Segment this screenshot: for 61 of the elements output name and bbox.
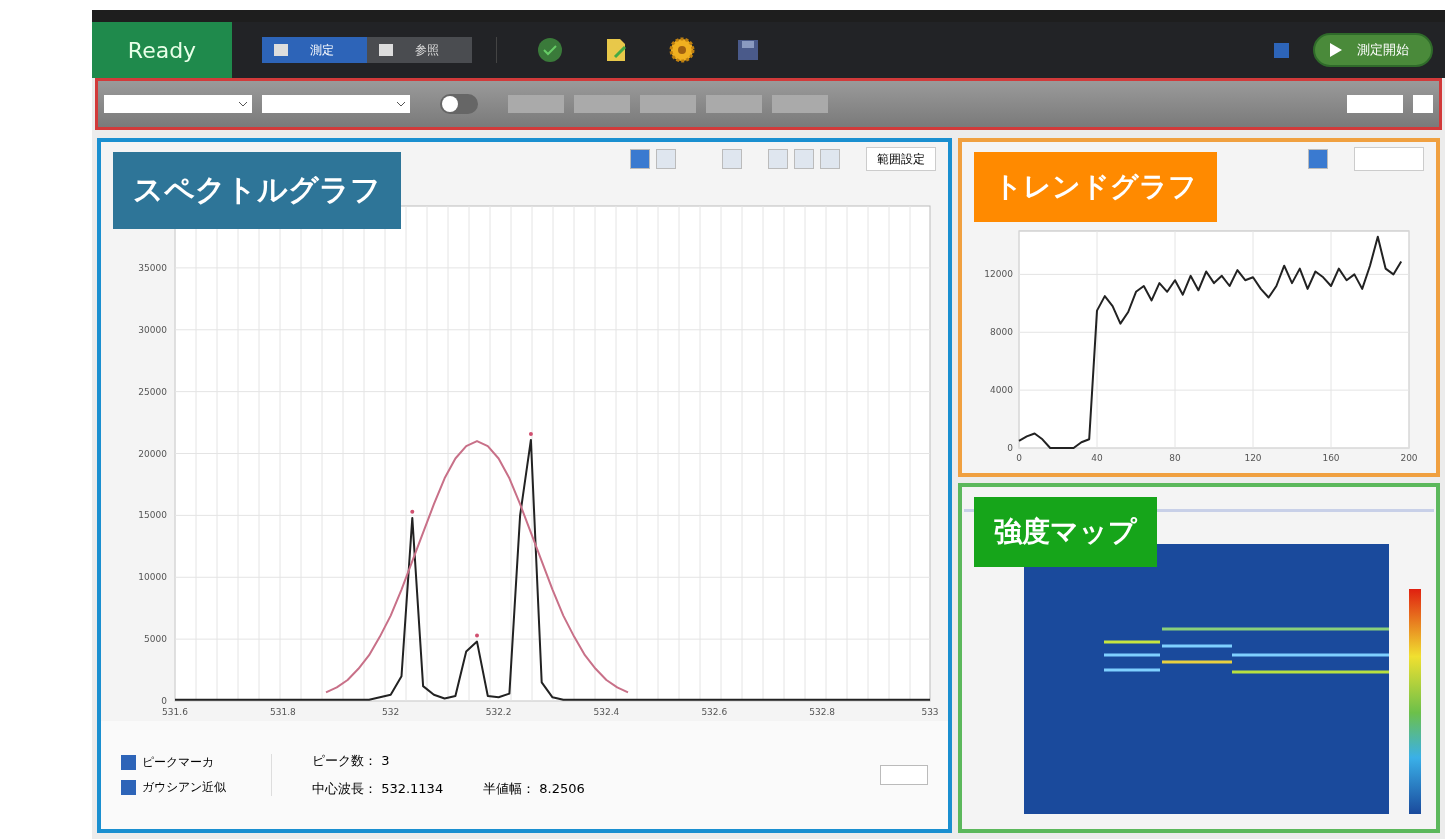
- dropdown-field[interactable]: [104, 95, 252, 113]
- axis-tick-label: 533: [920, 707, 939, 717]
- axis-tick-label: 10000: [137, 572, 167, 583]
- input-field[interactable]: [706, 95, 762, 113]
- status-indicator: Ready: [92, 22, 232, 78]
- center-wavelength-text: 中心波長： 532.1134: [312, 780, 444, 798]
- axis-tick-label: 120: [1244, 453, 1262, 463]
- peak-marker: [409, 509, 414, 514]
- input-field[interactable]: [1347, 95, 1403, 113]
- save-icon[interactable]: [735, 37, 761, 63]
- axis-tick-label: 5000: [143, 634, 167, 645]
- mode-tab[interactable]: 測定: [262, 37, 367, 63]
- axis-tick-label: 532.6: [700, 707, 727, 717]
- chevron-down-icon: [396, 101, 406, 107]
- axis-tick-label: 8000: [990, 327, 1013, 338]
- range-button[interactable]: [1354, 147, 1424, 171]
- peak-count-text: ピーク数： 3: [312, 752, 391, 770]
- settings-icon[interactable]: [669, 37, 695, 63]
- chevron-down-icon: [238, 101, 248, 107]
- axis-tick-label: 0: [160, 696, 167, 706]
- axis-tick-label: 40: [1091, 453, 1103, 463]
- callout-label: 強度マップ: [974, 497, 1157, 567]
- fwhm-text: 半値幅： 8.2506: [483, 780, 585, 798]
- check-circle-icon[interactable]: [537, 37, 563, 63]
- input-field[interactable]: [772, 95, 828, 113]
- axis-tick-label: 532: [381, 707, 399, 717]
- dropdown-field[interactable]: [262, 95, 410, 113]
- callout-label: スペクトルグラフ: [113, 152, 401, 229]
- axis-tick-label: 0: [1007, 443, 1013, 453]
- axis-tick-label: 160: [1322, 453, 1340, 463]
- input-field[interactable]: [508, 95, 564, 113]
- axis-tick-label: 532.4: [593, 707, 619, 717]
- callout-label: トレンドグラフ: [974, 152, 1217, 222]
- axis-tick-label: 35000: [137, 262, 167, 273]
- input-field[interactable]: [574, 95, 630, 113]
- play-icon: [1329, 42, 1343, 58]
- peak-marker: [528, 431, 533, 436]
- start-button[interactable]: 測定開始: [1313, 33, 1433, 67]
- input-field[interactable]: [640, 95, 696, 113]
- axis-tick-label: 532.2: [485, 707, 511, 717]
- axis-tick-label: 531.8: [269, 707, 296, 717]
- axis-tick-label: 15000: [137, 510, 167, 521]
- axis-tick-label: 532.8: [808, 707, 835, 717]
- axis-tick-label: 0: [1016, 453, 1022, 463]
- peak-marker: [474, 633, 479, 638]
- option-checkbox[interactable]: ガウシアン近似: [121, 779, 271, 796]
- axis-tick-label: 80: [1169, 453, 1181, 463]
- color-swatch[interactable]: [1413, 95, 1433, 113]
- axis-tick-label: 20000: [137, 448, 167, 459]
- mode-tab[interactable]: 参照: [367, 37, 472, 63]
- axis-tick-label: 531.6: [161, 707, 188, 717]
- axis-tick-label: 200: [1400, 453, 1418, 463]
- toggle-switch[interactable]: [440, 94, 478, 114]
- axis-tick-label: 4000: [990, 385, 1013, 396]
- range-button[interactable]: 範囲設定: [866, 147, 936, 171]
- axis-tick-label: 12000: [984, 269, 1013, 280]
- small-button[interactable]: [880, 765, 928, 785]
- option-checkbox[interactable]: ピークマーカ: [121, 754, 271, 771]
- auto-save-checkbox[interactable]: [1274, 42, 1289, 58]
- axis-tick-label: 30000: [137, 324, 167, 335]
- axis-tick-label: 25000: [137, 386, 167, 397]
